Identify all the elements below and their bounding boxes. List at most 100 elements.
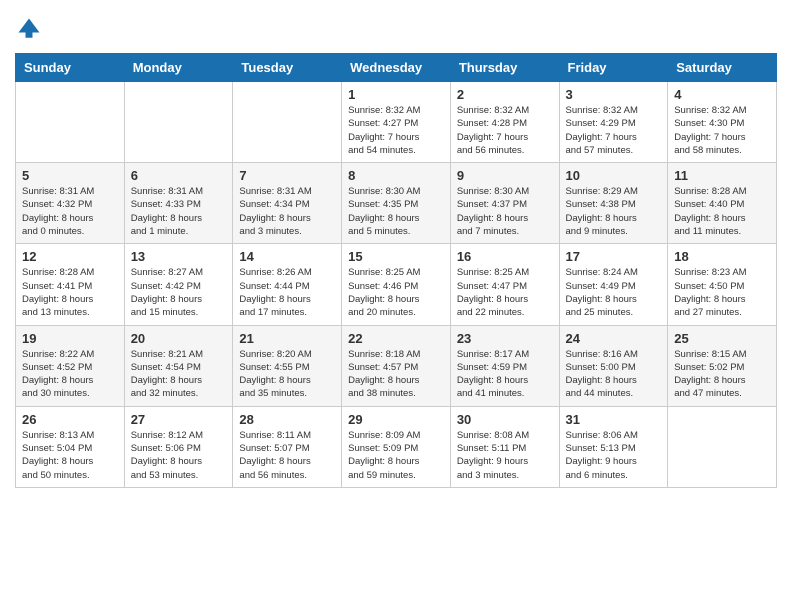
day-number: 2 xyxy=(457,87,553,102)
day-cell: 13Sunrise: 8:27 AM Sunset: 4:42 PM Dayli… xyxy=(124,244,233,325)
day-info: Sunrise: 8:17 AM Sunset: 4:59 PM Dayligh… xyxy=(457,348,553,401)
day-number: 14 xyxy=(239,249,335,264)
day-info: Sunrise: 8:31 AM Sunset: 4:34 PM Dayligh… xyxy=(239,185,335,238)
day-cell: 20Sunrise: 8:21 AM Sunset: 4:54 PM Dayli… xyxy=(124,325,233,406)
day-cell: 4 Sunrise: 8:32 AM Sunset: 4:30 PM Daylig… xyxy=(668,82,777,163)
day-number: 27 xyxy=(131,412,227,427)
day-cell: 10 Sunrise: 8:29 AM Sunset: 4:38 PM Dayli… xyxy=(559,163,668,244)
day-number: 21 xyxy=(239,331,335,346)
day-number: 22 xyxy=(348,331,444,346)
day-number: 26 xyxy=(22,412,118,427)
day-cell xyxy=(668,406,777,487)
day-info: Sunrise: 8:30 AM Sunset: 4:37 PM Dayligh… xyxy=(457,185,553,238)
day-number: 24 xyxy=(566,331,662,346)
day-cell: 31 Sunrise: 8:06 AM Sunset: 5:13 PM Dayli… xyxy=(559,406,668,487)
day-info: Sunrise: 8:16 AM Sunset: 5:00 PM Dayligh… xyxy=(566,348,662,401)
day-number: 23 xyxy=(457,331,553,346)
day-number: 3 xyxy=(566,87,662,102)
day-cell: 30 Sunrise: 8:08 AM Sunset: 5:11 PM Dayli… xyxy=(450,406,559,487)
day-cell: 9 Sunrise: 8:30 AM Sunset: 4:37 PM Daylig… xyxy=(450,163,559,244)
day-info: Sunrise: 8:06 AM Sunset: 5:13 PM Dayligh… xyxy=(566,429,662,482)
day-number: 28 xyxy=(239,412,335,427)
day-cell: 18 Sunrise: 8:23 AM Sunset: 4:50 PM Dayli… xyxy=(668,244,777,325)
day-info: Sunrise: 8:32 AM Sunset: 4:30 PM Dayligh… xyxy=(674,104,770,157)
day-cell: 26 Sunrise: 8:13 AM Sunset: 5:04 PM Dayli… xyxy=(16,406,125,487)
day-number: 7 xyxy=(239,168,335,183)
day-info: Sunrise: 8:31 AM Sunset: 4:32 PM Dayligh… xyxy=(22,185,118,238)
day-cell: 21 Sunrise: 8:20 AM Sunset: 4:55 PM Dayli… xyxy=(233,325,342,406)
day-info: Sunrise: 8:20 AM Sunset: 4:55 PM Dayligh… xyxy=(239,348,335,401)
day-cell: 16Sunrise: 8:25 AM Sunset: 4:47 PM Dayli… xyxy=(450,244,559,325)
week-row-2: 5 Sunrise: 8:31 AM Sunset: 4:32 PM Daylig… xyxy=(16,163,777,244)
day-number: 11 xyxy=(674,168,770,183)
day-number: 4 xyxy=(674,87,770,102)
day-cell: 12Sunrise: 8:28 AM Sunset: 4:41 PM Dayli… xyxy=(16,244,125,325)
day-number: 10 xyxy=(566,168,662,183)
days-header-row: SundayMondayTuesdayWednesdayThursdayFrid… xyxy=(16,54,777,82)
day-number: 9 xyxy=(457,168,553,183)
day-header-monday: Monday xyxy=(124,54,233,82)
day-number: 8 xyxy=(348,168,444,183)
day-cell: 19 Sunrise: 8:22 AM Sunset: 4:52 PM Dayli… xyxy=(16,325,125,406)
week-row-3: 12Sunrise: 8:28 AM Sunset: 4:41 PM Dayli… xyxy=(16,244,777,325)
day-info: Sunrise: 8:32 AM Sunset: 4:29 PM Dayligh… xyxy=(566,104,662,157)
day-cell: 27 Sunrise: 8:12 AM Sunset: 5:06 PM Dayli… xyxy=(124,406,233,487)
day-info: Sunrise: 8:13 AM Sunset: 5:04 PM Dayligh… xyxy=(22,429,118,482)
day-info: Sunrise: 8:31 AM Sunset: 4:33 PM Dayligh… xyxy=(131,185,227,238)
day-number: 5 xyxy=(22,168,118,183)
day-info: Sunrise: 8:21 AM Sunset: 4:54 PM Dayligh… xyxy=(131,348,227,401)
logo xyxy=(15,15,47,43)
day-cell: 1Sunrise: 8:32 AM Sunset: 4:27 PM Daylig… xyxy=(342,82,451,163)
day-info: Sunrise: 8:12 AM Sunset: 5:06 PM Dayligh… xyxy=(131,429,227,482)
logo-icon xyxy=(15,15,43,43)
day-info: Sunrise: 8:25 AM Sunset: 4:46 PM Dayligh… xyxy=(348,266,444,319)
day-cell: 17 Sunrise: 8:24 AM Sunset: 4:49 PM Dayli… xyxy=(559,244,668,325)
day-info: Sunrise: 8:27 AM Sunset: 4:42 PM Dayligh… xyxy=(131,266,227,319)
day-info: Sunrise: 8:30 AM Sunset: 4:35 PM Dayligh… xyxy=(348,185,444,238)
day-header-sunday: Sunday xyxy=(16,54,125,82)
page-header xyxy=(15,15,777,43)
day-number: 15 xyxy=(348,249,444,264)
calendar-table: SundayMondayTuesdayWednesdayThursdayFrid… xyxy=(15,53,777,488)
day-cell: 14 Sunrise: 8:26 AM Sunset: 4:44 PM Dayli… xyxy=(233,244,342,325)
day-number: 29 xyxy=(348,412,444,427)
day-cell xyxy=(124,82,233,163)
day-info: Sunrise: 8:15 AM Sunset: 5:02 PM Dayligh… xyxy=(674,348,770,401)
day-info: Sunrise: 8:28 AM Sunset: 4:41 PM Dayligh… xyxy=(22,266,118,319)
day-cell: 5 Sunrise: 8:31 AM Sunset: 4:32 PM Daylig… xyxy=(16,163,125,244)
week-row-4: 19 Sunrise: 8:22 AM Sunset: 4:52 PM Dayli… xyxy=(16,325,777,406)
day-number: 19 xyxy=(22,331,118,346)
week-row-5: 26 Sunrise: 8:13 AM Sunset: 5:04 PM Dayli… xyxy=(16,406,777,487)
day-cell: 8 Sunrise: 8:30 AM Sunset: 4:35 PM Daylig… xyxy=(342,163,451,244)
day-info: Sunrise: 8:26 AM Sunset: 4:44 PM Dayligh… xyxy=(239,266,335,319)
day-number: 17 xyxy=(566,249,662,264)
day-number: 25 xyxy=(674,331,770,346)
day-number: 31 xyxy=(566,412,662,427)
day-info: Sunrise: 8:25 AM Sunset: 4:47 PM Dayligh… xyxy=(457,266,553,319)
day-info: Sunrise: 8:18 AM Sunset: 4:57 PM Dayligh… xyxy=(348,348,444,401)
day-info: Sunrise: 8:11 AM Sunset: 5:07 PM Dayligh… xyxy=(239,429,335,482)
day-cell: 6 Sunrise: 8:31 AM Sunset: 4:33 PM Daylig… xyxy=(124,163,233,244)
day-cell: 22 Sunrise: 8:18 AM Sunset: 4:57 PM Dayli… xyxy=(342,325,451,406)
day-number: 30 xyxy=(457,412,553,427)
day-cell: 29 Sunrise: 8:09 AM Sunset: 5:09 PM Dayli… xyxy=(342,406,451,487)
day-number: 18 xyxy=(674,249,770,264)
day-info: Sunrise: 8:24 AM Sunset: 4:49 PM Dayligh… xyxy=(566,266,662,319)
day-header-friday: Friday xyxy=(559,54,668,82)
day-info: Sunrise: 8:28 AM Sunset: 4:40 PM Dayligh… xyxy=(674,185,770,238)
day-cell: 28 Sunrise: 8:11 AM Sunset: 5:07 PM Dayli… xyxy=(233,406,342,487)
day-info: Sunrise: 8:23 AM Sunset: 4:50 PM Dayligh… xyxy=(674,266,770,319)
day-cell xyxy=(233,82,342,163)
day-info: Sunrise: 8:29 AM Sunset: 4:38 PM Dayligh… xyxy=(566,185,662,238)
day-info: Sunrise: 8:22 AM Sunset: 4:52 PM Dayligh… xyxy=(22,348,118,401)
day-number: 6 xyxy=(131,168,227,183)
day-cell: 2Sunrise: 8:32 AM Sunset: 4:28 PM Daylig… xyxy=(450,82,559,163)
day-cell: 25 Sunrise: 8:15 AM Sunset: 5:02 PM Dayli… xyxy=(668,325,777,406)
day-header-wednesday: Wednesday xyxy=(342,54,451,82)
day-header-thursday: Thursday xyxy=(450,54,559,82)
day-info: Sunrise: 8:08 AM Sunset: 5:11 PM Dayligh… xyxy=(457,429,553,482)
day-info: Sunrise: 8:09 AM Sunset: 5:09 PM Dayligh… xyxy=(348,429,444,482)
week-row-1: 1Sunrise: 8:32 AM Sunset: 4:27 PM Daylig… xyxy=(16,82,777,163)
day-header-tuesday: Tuesday xyxy=(233,54,342,82)
day-cell: 23 Sunrise: 8:17 AM Sunset: 4:59 PM Dayli… xyxy=(450,325,559,406)
